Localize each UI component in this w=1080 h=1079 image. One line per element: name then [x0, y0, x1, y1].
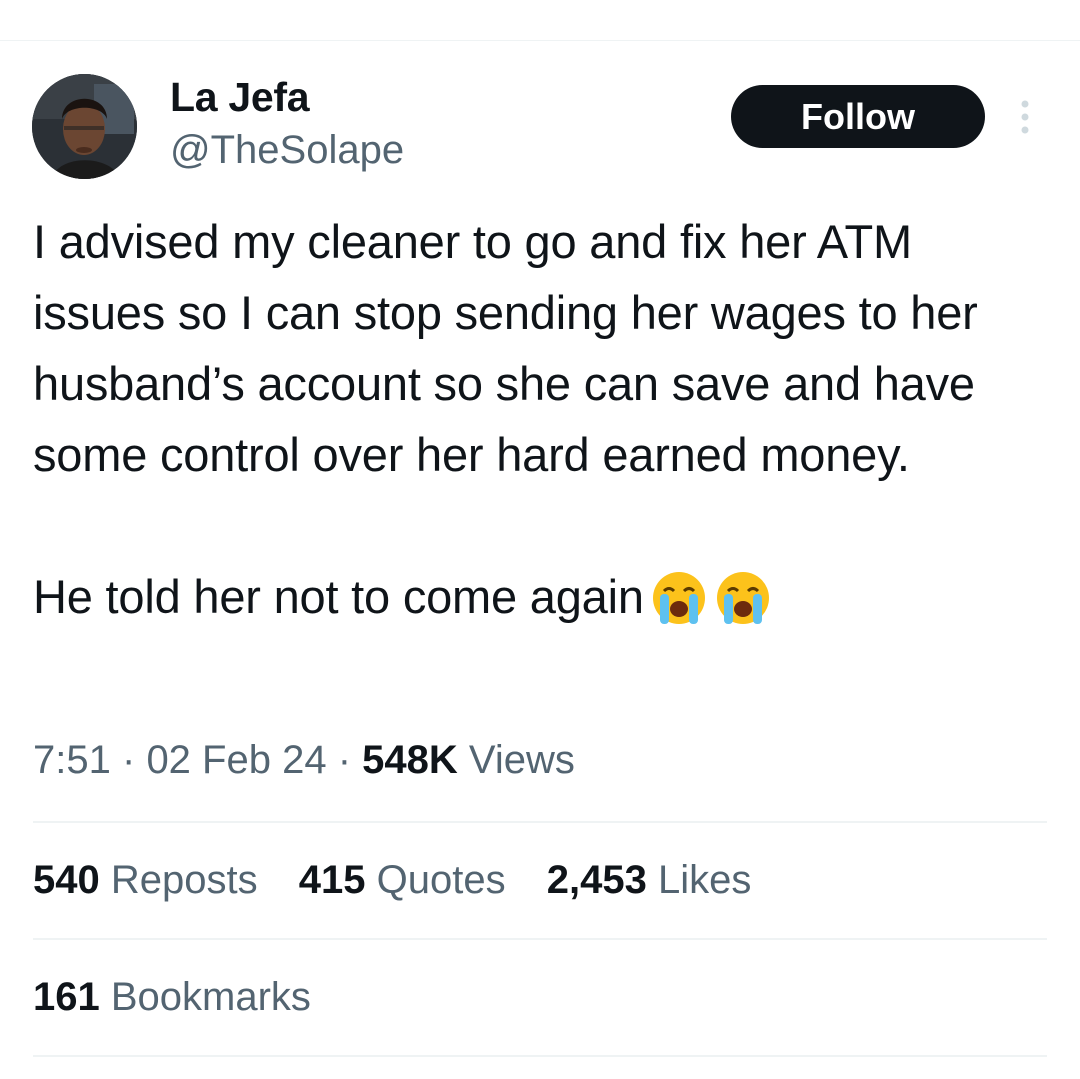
- meta-separator: ·: [121, 738, 136, 782]
- tweet-paragraph: He told her not to come again: [33, 561, 1053, 646]
- tweet-paragraph: I advised my cleaner to go and fix her A…: [33, 215, 978, 481]
- quotes-label: Quotes: [376, 858, 506, 902]
- loudly-crying-face-icon: [714, 569, 772, 646]
- tweet-meta: 7:51 · 02 Feb 24 · 548K Views: [33, 738, 575, 783]
- divider: [33, 938, 1047, 940]
- bookmarks-label: Bookmarks: [110, 975, 311, 1019]
- tweet-text: I advised my cleaner to go and fix her A…: [33, 206, 1053, 646]
- author-name[interactable]: La Jefa: [170, 74, 310, 121]
- follow-button[interactable]: Follow: [731, 85, 985, 148]
- author-handle[interactable]: @TheSolape: [170, 128, 404, 173]
- reposts-count: 540: [33, 858, 100, 902]
- likes-label: Likes: [657, 858, 752, 902]
- quotes-stat[interactable]: 415 Quotes: [299, 858, 506, 902]
- meta-separator: ·: [337, 738, 352, 782]
- likes-stat[interactable]: 2,453 Likes: [547, 858, 752, 902]
- tweet-date[interactable]: 02 Feb 24: [146, 738, 326, 782]
- divider: [33, 821, 1047, 823]
- loudly-crying-face-icon: [650, 569, 708, 646]
- bookmarks-stat[interactable]: 161 Bookmarks: [33, 975, 311, 1020]
- quotes-count: 415: [298, 858, 366, 902]
- engagement-stats: 540 Reposts 415 Quotes 2,453 Likes: [33, 858, 781, 903]
- bookmarks-count: 161: [33, 975, 100, 1019]
- divider: [33, 1055, 1047, 1057]
- top-divider: [0, 40, 1080, 41]
- tweet-paragraph-text: He told her not to come again: [33, 570, 644, 623]
- avatar-photo: [32, 74, 137, 179]
- more-options-icon[interactable]: [1013, 98, 1037, 138]
- views-count: 548K: [362, 738, 458, 782]
- reposts-label: Reposts: [110, 858, 258, 902]
- avatar[interactable]: [32, 74, 137, 179]
- reposts-stat[interactable]: 540 Reposts: [33, 858, 258, 902]
- views-label: Views: [468, 738, 575, 782]
- tweet-time[interactable]: 7:51: [33, 738, 111, 782]
- likes-count: 2,453: [546, 858, 647, 902]
